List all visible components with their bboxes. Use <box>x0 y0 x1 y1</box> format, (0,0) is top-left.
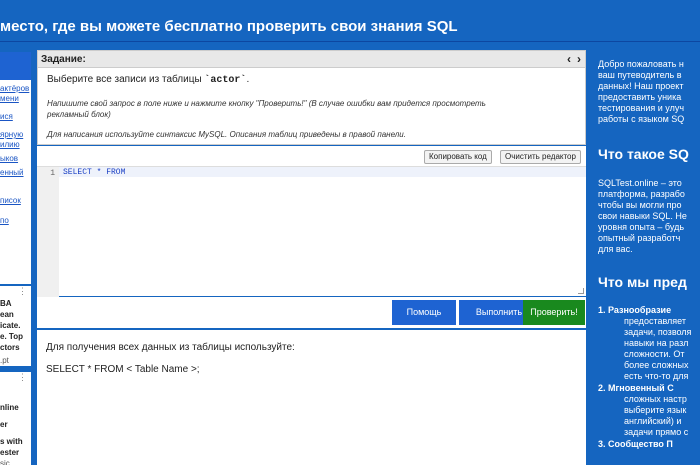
about-line: SQLTest.online – это <box>598 178 682 188</box>
about-line: чтобы вы могли про <box>598 200 682 210</box>
ad-line: ean <box>0 310 14 319</box>
sql-editor[interactable]: 1 SELECT * FROM <box>37 166 586 297</box>
copy-code-button[interactable]: Копировать код <box>424 150 492 164</box>
right-info-panel: Добро пожаловать н ваш путеводитель в да… <box>588 42 700 465</box>
code-line[interactable]: SELECT * FROM <box>63 168 125 177</box>
about-line: опытный разработч <box>598 233 681 243</box>
check-button[interactable]: Проверить! <box>523 300 585 325</box>
list-item: навыки на разл <box>624 338 689 348</box>
list-item: 3. Сообщество П <box>598 439 673 449</box>
chevron-right-icon[interactable]: › <box>577 52 581 66</box>
ad-line: ester <box>0 448 20 457</box>
clear-editor-button[interactable]: Очистить редактор <box>500 150 581 164</box>
ad-line: .pt <box>0 356 9 365</box>
nav-link[interactable]: мени <box>0 94 31 104</box>
resize-handle-icon[interactable] <box>578 288 584 294</box>
result-panel: Для получения всех данных из таблицы исп… <box>37 330 586 465</box>
task-navigation: ‹ › <box>561 52 581 66</box>
ad-line: e. Top <box>0 332 23 341</box>
more-options-icon[interactable]: ⋮ <box>18 372 27 383</box>
about-line: уровня опыта – будь <box>598 222 685 232</box>
ad-line: ctors <box>0 343 20 352</box>
line-number: 1 <box>50 169 55 178</box>
task-text-suffix: . <box>246 74 250 85</box>
task-header: Задание: ‹ › <box>38 51 585 68</box>
section-heading: Что мы пред <box>598 274 687 290</box>
intro-line: работы с языком SQ <box>598 114 685 124</box>
task-title: Задание: <box>41 54 86 65</box>
page-title: место, где вы можете бесплатно проверить… <box>0 18 458 35</box>
more-options-icon[interactable]: ⋮ <box>18 286 27 297</box>
chevron-left-icon[interactable]: ‹ <box>567 52 571 66</box>
list-item: 1. Разнообразие <box>598 305 672 315</box>
list-item: сложных настр <box>624 394 687 404</box>
ad-block[interactable]: ⋮ nline er s with ester sic <box>0 372 31 465</box>
ad-line: BA <box>0 299 12 308</box>
list-item: сложности. От <box>624 349 685 359</box>
list-item: 2. Мгновенный С <box>598 383 674 393</box>
task-hint: Напишите свой запрос в поле ниже и нажми… <box>47 99 486 119</box>
section-heading: Что такое SQ <box>598 146 689 162</box>
left-nav-header <box>0 52 31 80</box>
top-header: место, где вы можете бесплатно проверить… <box>0 0 700 42</box>
nav-link[interactable]: енный <box>0 168 31 178</box>
list-item: задачи прямо с <box>624 427 689 437</box>
task-panel: Задание: ‹ › Выберите все записи из табли… <box>37 50 586 145</box>
intro-line: данных! Наш проект <box>598 81 684 91</box>
list-item: есть что-то для <box>624 371 689 381</box>
left-nav-panel: актёров мени ися ярную илию ыков енный п… <box>0 52 31 284</box>
ad-block[interactable]: ⋮ BA ean icate. e. Top ctors .pt <box>0 286 31 366</box>
action-bar: Помощь Выполнить Проверить! <box>37 297 586 328</box>
help-button[interactable]: Помощь <box>392 300 456 325</box>
about-line: для вас. <box>598 244 633 254</box>
nav-link[interactable]: актёров <box>0 84 31 94</box>
result-example: SELECT * FROM < Table Name >; <box>46 364 200 375</box>
ad-line: sic <box>0 459 10 465</box>
nav-link[interactable]: ыков <box>0 154 31 164</box>
ad-line: er <box>0 420 8 429</box>
list-item: задачи, позволя <box>624 327 692 337</box>
ad-line: nline <box>0 403 19 412</box>
task-description: Выберите все записи из таблицы `actor`. <box>47 74 249 86</box>
editor-panel: Копировать код Очистить редактор 1 SELEC… <box>37 146 586 297</box>
nav-link[interactable]: ися <box>0 112 31 122</box>
intro-line: предоставить уника <box>598 92 682 102</box>
intro-line: ваш путеводитель в <box>598 70 682 80</box>
about-line: свои навыки SQL. Не <box>598 211 687 221</box>
intro-line: Добро пожаловать н <box>598 59 684 69</box>
task-table-name: `actor` <box>204 75 247 86</box>
about-line: платформа, разрабо <box>598 189 685 199</box>
list-item: английский) и <box>624 416 682 426</box>
active-line-highlight <box>59 167 586 177</box>
ad-line: s with <box>0 437 23 446</box>
list-item: предоставляет <box>624 316 686 326</box>
nav-link[interactable]: ярную <box>0 130 31 140</box>
task-text-prefix: Выберите все записи из таблицы <box>47 74 202 85</box>
syntax-note: Для написания используйте синтаксис MySQ… <box>47 130 406 139</box>
result-hint: Для получения всех данных из таблицы исп… <box>46 342 295 353</box>
editor-toolbar: Копировать код Очистить редактор <box>37 146 586 166</box>
nav-link[interactable]: писок <box>0 196 31 206</box>
nav-link[interactable]: илию <box>0 140 31 150</box>
intro-line: тестирования и улуч <box>598 103 685 113</box>
nav-link[interactable]: по <box>0 216 31 226</box>
ad-line: icate. <box>0 321 21 330</box>
line-gutter: 1 <box>37 167 59 297</box>
list-item: выберите язык <box>624 405 687 415</box>
list-item: более сложных <box>624 360 689 370</box>
